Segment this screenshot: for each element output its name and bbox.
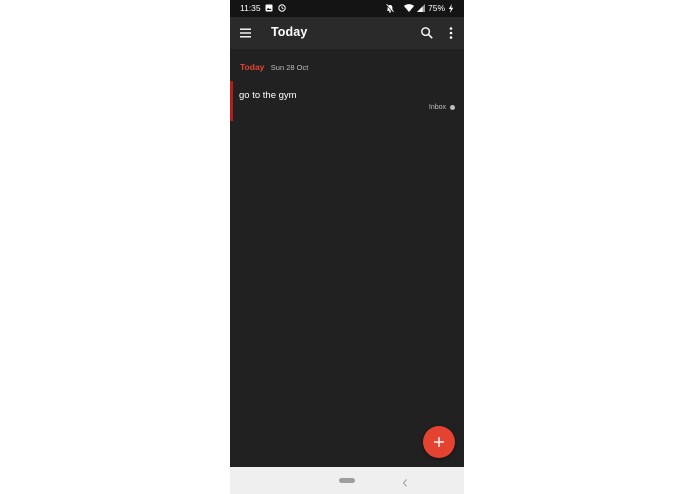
section-header: Today Sun 28 Oct bbox=[240, 62, 308, 72]
page-title: Today bbox=[271, 25, 308, 39]
section-date: Sun 28 Oct bbox=[270, 63, 309, 72]
clock-icon bbox=[278, 4, 286, 12]
search-button[interactable] bbox=[420, 26, 434, 40]
menu-button[interactable] bbox=[238, 25, 254, 41]
battery-percentage: 75% bbox=[427, 3, 445, 13]
status-bar: 11:35 75% bbox=[230, 0, 464, 17]
home-pill-icon[interactable] bbox=[339, 478, 355, 483]
project-label: Inbox bbox=[428, 104, 446, 111]
status-time: 11:35 bbox=[240, 3, 261, 13]
search-icon bbox=[421, 27, 433, 39]
more-vert-icon bbox=[449, 27, 453, 39]
project-dot-icon bbox=[450, 105, 455, 110]
add-task-button[interactable] bbox=[423, 426, 455, 458]
section-label: Today bbox=[240, 62, 265, 72]
wifi-icon bbox=[403, 4, 414, 12]
status-notification-icons bbox=[265, 4, 286, 12]
charging-icon bbox=[448, 3, 454, 13]
status-system-icons: 75% bbox=[386, 3, 454, 13]
app-bar: Today bbox=[230, 17, 464, 49]
phone-screen: 11:35 75% Today Today Sun 28 Oct go to t… bbox=[230, 0, 464, 494]
back-button[interactable] bbox=[401, 475, 409, 487]
task-item[interactable]: go to the gym Inbox bbox=[230, 81, 464, 121]
image-icon bbox=[265, 4, 273, 12]
plus-icon bbox=[434, 437, 444, 447]
menu-icon bbox=[240, 28, 251, 38]
task-title: go to the gym bbox=[239, 90, 297, 101]
navigation-bar bbox=[230, 467, 464, 494]
more-options-button[interactable] bbox=[447, 26, 455, 40]
bell-off-icon bbox=[386, 3, 394, 13]
priority-indicator bbox=[230, 81, 233, 121]
back-icon bbox=[402, 479, 407, 487]
task-project: Inbox bbox=[429, 104, 455, 111]
signal-icon bbox=[416, 4, 425, 12]
